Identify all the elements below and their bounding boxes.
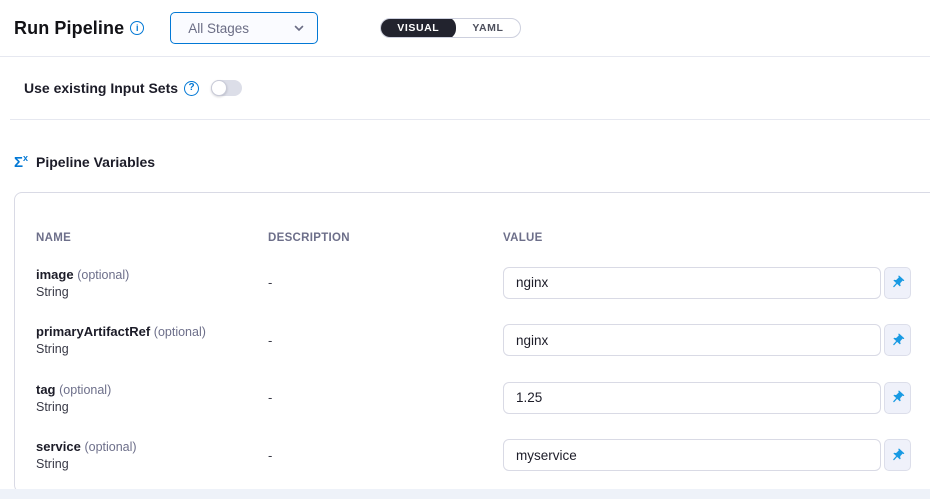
variable-description: - <box>268 390 503 405</box>
variable-name-cell: primaryArtifactRef (optional) String <box>36 324 268 356</box>
view-toggle: VISUAL YAML <box>380 18 520 38</box>
variable-type: String <box>36 342 268 356</box>
variable-description: - <box>268 275 503 290</box>
input-sets-row: Use existing Input Sets ? <box>10 57 930 120</box>
page-background-strip <box>0 489 930 499</box>
pin-icon <box>887 387 908 408</box>
variable-value-input[interactable] <box>503 324 881 356</box>
stage-selector-value: All Stages <box>188 21 293 36</box>
variable-type: String <box>36 285 268 299</box>
variable-value-cell <box>503 267 911 299</box>
variable-name-cell: image (optional) String <box>36 267 268 299</box>
variable-optional-tag: (optional) <box>77 268 129 282</box>
variable-description: - <box>268 333 503 348</box>
run-pipeline-header: Run Pipeline i All Stages VISUAL YAML <box>0 0 930 57</box>
page-title: Run Pipeline <box>14 18 124 39</box>
variable-optional-tag: (optional) <box>154 325 206 339</box>
variable-name-cell: tag (optional) String <box>36 382 268 414</box>
variable-value-input[interactable] <box>503 439 881 471</box>
table-row: image (optional) String - <box>36 254 911 312</box>
variable-description: - <box>268 448 503 463</box>
tab-yaml[interactable]: YAML <box>456 18 519 38</box>
input-sets-label: Use existing Input Sets <box>24 80 178 96</box>
variable-value-input[interactable] <box>503 267 881 299</box>
toggle-knob <box>211 80 227 96</box>
pin-button[interactable] <box>884 267 911 299</box>
pipeline-variables-header: Σx Pipeline Variables <box>0 120 930 192</box>
variable-value-cell <box>503 324 911 356</box>
pin-button[interactable] <box>884 324 911 356</box>
table-row: primaryArtifactRef (optional) String - <box>36 312 911 370</box>
pin-button[interactable] <box>884 382 911 414</box>
table-row: service (optional) String - <box>36 427 911 485</box>
help-icon[interactable]: ? <box>184 81 199 96</box>
pin-button[interactable] <box>884 439 911 471</box>
table-row: tag (optional) String - <box>36 369 911 427</box>
variable-optional-tag: (optional) <box>59 383 111 397</box>
variables-sigma-icon: Σx <box>14 154 28 170</box>
info-icon[interactable]: i <box>130 21 144 35</box>
column-header-description: DESCRIPTION <box>268 232 503 244</box>
variable-optional-tag: (optional) <box>84 440 136 454</box>
column-header-value: VALUE <box>503 232 911 244</box>
pin-icon <box>887 445 908 466</box>
chevron-down-icon <box>293 22 305 34</box>
variable-type: String <box>36 400 268 414</box>
input-sets-toggle[interactable] <box>211 80 242 96</box>
variable-name: image <box>36 267 74 282</box>
variable-value-cell <box>503 439 911 471</box>
tab-visual[interactable]: VISUAL <box>380 18 456 38</box>
column-header-name: NAME <box>36 232 268 244</box>
stage-selector-dropdown[interactable]: All Stages <box>170 12 318 44</box>
pipeline-variables-card: NAME DESCRIPTION VALUE image (optional) … <box>14 192 930 493</box>
pipeline-variables-title: Pipeline Variables <box>36 154 155 170</box>
variable-name-cell: service (optional) String <box>36 439 268 471</box>
variable-value-cell <box>503 382 911 414</box>
pin-icon <box>887 330 908 351</box>
variable-type: String <box>36 457 268 471</box>
variables-table-header: NAME DESCRIPTION VALUE <box>36 193 911 254</box>
pin-icon <box>887 272 908 293</box>
variable-name: service <box>36 439 81 454</box>
variable-value-input[interactable] <box>503 382 881 414</box>
variable-name: tag <box>36 382 56 397</box>
variable-name: primaryArtifactRef <box>36 324 150 339</box>
